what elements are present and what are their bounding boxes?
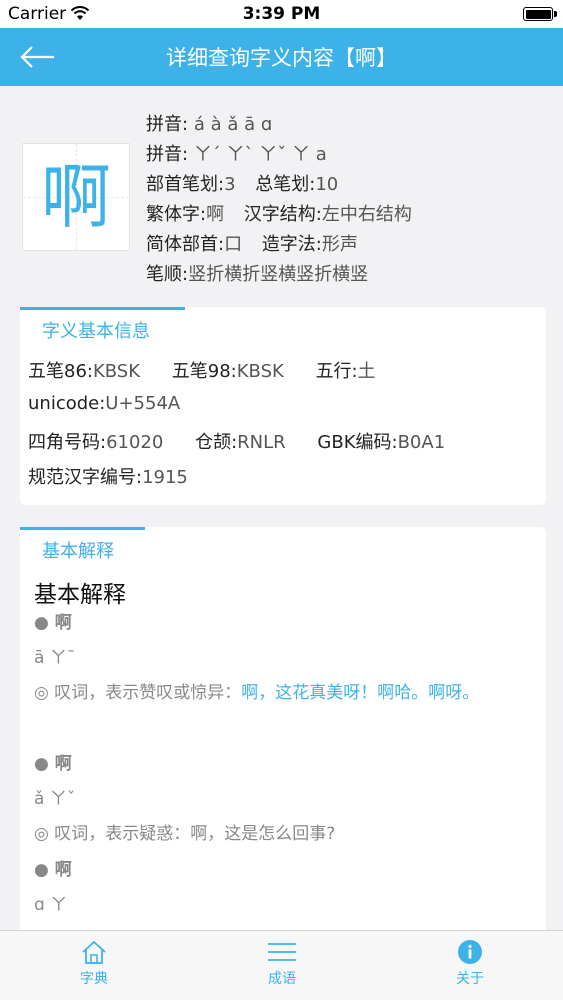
- character-info: 拼音: á à ǎ ā ɑ 拼音: ㄚˊ ㄚˋ ㄚˇ ㄚ a 部首笔划:3 总笔…: [146, 110, 412, 290]
- wubi-row: 五笔86:KBSK 五笔98:KBSK 五行:土: [28, 361, 376, 382]
- entry-char: ● 啊: [34, 613, 72, 633]
- tab-bar: 字典 成语 关于: [0, 930, 563, 1000]
- zhuyin-row: 拼音: ㄚˊ ㄚˋ ㄚˇ ㄚ a: [146, 144, 327, 165]
- page-title: 详细查询字义内容【啊】: [166, 46, 397, 70]
- explanation-card: 基本解释 基本解释 ● 啊 ā ㄚˉ ◎ 叹词，表示赞叹或惊异：啊，这花真美呀！…: [20, 527, 546, 957]
- info-icon: [458, 940, 482, 964]
- tab-dictionary[interactable]: 字典: [44, 939, 144, 988]
- entry-char: ● 啊: [34, 754, 72, 774]
- entry-pinyin: ǎ ㄚˇ: [34, 789, 76, 809]
- battery-icon: [523, 7, 557, 21]
- explanation-tab-title: 基本解释: [42, 541, 114, 562]
- entry-char: ● 啊: [34, 860, 72, 880]
- tab-idioms[interactable]: 成语: [232, 939, 332, 988]
- tab-about[interactable]: 关于: [420, 939, 520, 988]
- unicode-row: unicode:U+554A: [28, 393, 181, 414]
- basic-info-title: 字义基本信息: [42, 321, 150, 342]
- traditional-row: 繁体字:啊 汉字结构:左中右结构: [146, 204, 412, 225]
- entry-pinyin: ā ㄚˉ: [34, 648, 76, 668]
- clock: 3:39 PM: [242, 4, 321, 24]
- stroke-row: 部首笔划:3 总笔划:10: [146, 174, 339, 195]
- radical-row: 简体部首:口 造字法:形声: [146, 234, 358, 255]
- entry-definition: ◎ 叹词，表示疑惑：啊，这是怎么回事?: [34, 824, 336, 844]
- character-glyph: 啊: [41, 156, 111, 238]
- entry-example: 啊，这花真美呀！啊哈。啊呀。: [241, 683, 480, 703]
- menu-lines-icon: [268, 943, 296, 961]
- home-icon: [82, 940, 106, 964]
- entry-pinyin: ɑ ㄚ: [34, 895, 68, 915]
- standard-number-row: 规范汉字编号:1915: [28, 467, 188, 488]
- status-bar: Carrier 3:39 PM: [0, 0, 563, 28]
- code-row: 四角号码:61020 仓颉:RNLR GBK编码:B0A1: [28, 432, 446, 453]
- pinyin-row: 拼音: á à ǎ ā ɑ: [146, 114, 273, 135]
- entry-definition: ◎ 叹词，表示赞叹或惊异：啊，这花真美呀！啊哈。啊呀。: [34, 683, 480, 703]
- stroke-order-row: 笔顺:竖折横折竖横竖折横竖: [146, 264, 369, 285]
- basic-info-card: 字义基本信息 五笔86:KBSK 五笔98:KBSK 五行:土 unicode:…: [20, 307, 546, 505]
- explanation-heading: 基本解释: [34, 582, 126, 608]
- nav-bar: 详细查询字义内容【啊】: [0, 28, 563, 86]
- character-display: 啊: [22, 143, 130, 251]
